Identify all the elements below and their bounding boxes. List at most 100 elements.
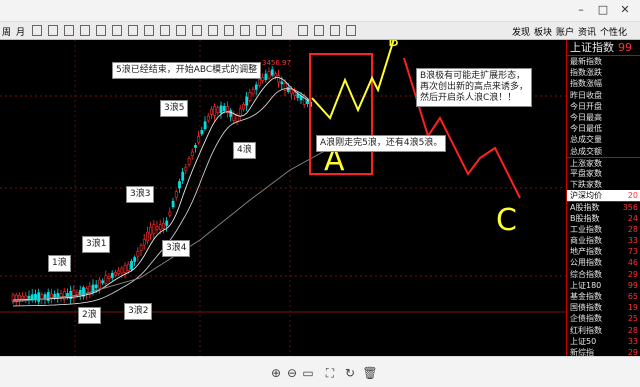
toolbar-tool-icon-10[interactable] (176, 25, 186, 36)
toolbar-tool-icon-8[interactable] (144, 25, 154, 36)
kline-chart[interactable]: 3456.97 A B C 5浪已经结束，开始ABC模式的调整 1浪 2浪 3浪1 3… (0, 40, 566, 356)
candle-body (46, 292, 50, 301)
panel-row-value: 65 (627, 291, 638, 301)
toolbar-tool-icon-1[interactable] (32, 25, 42, 36)
toolbar-tool-icon-14[interactable] (240, 25, 250, 36)
panel-row-value: 29 (627, 347, 638, 356)
panel-row[interactable]: 平盘家数 (567, 168, 640, 179)
toolbar-week[interactable]: 周 (2, 25, 11, 38)
panel-row[interactable]: 上证50 33 (567, 336, 640, 347)
panel-row[interactable]: 商业指数 33 (567, 235, 640, 246)
candle-body (165, 220, 169, 226)
candle-body (213, 106, 217, 116)
fit-window-icon[interactable]: ⛶ (322, 365, 338, 381)
viewer-titlebar: – □ ✕ (0, 0, 640, 22)
panel-row[interactable]: 新综指 29 (567, 347, 640, 356)
delete-icon[interactable]: 🗑 (362, 365, 378, 381)
nav-sectors[interactable]: 板块 (534, 25, 552, 38)
panel-title-label: 上证指数 (570, 41, 614, 54)
candle-body (258, 78, 261, 86)
candle-body (101, 280, 105, 284)
toolbar-tool-icon-6[interactable] (112, 25, 122, 36)
panel-row[interactable]: A股指数 356 (567, 201, 640, 212)
nav-account[interactable]: 账户 (556, 25, 574, 38)
toolbar-tool-icon-9[interactable] (160, 25, 170, 36)
toolbar-tool-icon-19[interactable] (330, 25, 340, 36)
candle-body (242, 104, 245, 110)
panel-row-value: 99 (627, 280, 638, 290)
actual-size-icon[interactable]: ▭ (300, 365, 316, 381)
note-b-wave: B浪极有可能走扩展形态， 再次创出新的高点来诱多， 然后开启杀人浪C浪！！ (416, 68, 533, 107)
index-info-panel: 上证指数 99 最新指数 指数涨跌 指数涨幅 昨日收盘 今日开盘 今日最高 今日最低 总成交量总… (566, 40, 640, 356)
candle-body (142, 239, 146, 246)
toolbar-tool-icon-2[interactable] (48, 25, 58, 36)
candle-body (277, 75, 281, 83)
panel-row[interactable]: 最新指数 (567, 56, 640, 67)
panel-row[interactable]: B股指数 24 (567, 213, 640, 224)
toolbar-tool-icon-4[interactable] (80, 25, 90, 36)
panel-row[interactable]: 今日最高 (567, 112, 640, 123)
candle-body (171, 200, 175, 208)
panel-row[interactable]: 基金指数 65 (567, 291, 640, 302)
panel-row[interactable]: 综合指数 29 (567, 269, 640, 280)
candle-body (274, 73, 277, 77)
panel-row[interactable]: 工业指数 28 (567, 224, 640, 235)
panel-row-value: 28 (627, 224, 638, 234)
toolbar-tool-icon-12[interactable] (208, 25, 218, 36)
toolbar-tool-icon-15[interactable] (256, 25, 266, 36)
panel-row[interactable]: 企债指数 25 (567, 313, 640, 324)
candle-body (123, 265, 127, 273)
toolbar-month[interactable]: 月 (16, 25, 25, 38)
candle-body (24, 295, 28, 300)
panel-row-value: 24 (627, 213, 638, 223)
panel-row[interactable]: 沪深均价 20 (567, 190, 640, 202)
panel-row[interactable]: 指数涨跌 (567, 67, 640, 78)
nav-news[interactable]: 资讯 (578, 25, 596, 38)
candle-body (184, 166, 188, 171)
panel-row[interactable]: 红利指数 28 (567, 325, 640, 336)
panel-row[interactable]: 昨日收盘 (567, 90, 640, 101)
panel-row[interactable]: 上涨家数 (567, 156, 640, 168)
panel-row[interactable]: 总成交额 (567, 146, 640, 157)
candle-body (197, 136, 201, 143)
toolbar-tool-icon-16[interactable] (272, 25, 282, 36)
maximize-icon[interactable]: □ (594, 2, 612, 18)
candle-body (194, 145, 197, 148)
toolbar-tool-icon-7[interactable] (128, 25, 138, 36)
panel-row[interactable]: 今日开盘 (567, 101, 640, 112)
panel-row[interactable]: 今日最低 (567, 123, 640, 134)
candle-body (98, 279, 101, 289)
panel-row[interactable]: 总成交量 (567, 134, 640, 145)
viewer-bottom-toolbar: ⊕ ⊖ ▭ ⛶ ↻ 🗑 (0, 356, 640, 387)
panel-row[interactable]: 国债指数 19 (567, 302, 640, 313)
panel-row[interactable]: 下跌家数 (567, 179, 640, 190)
toolbar-tool-icon-5[interactable] (96, 25, 106, 36)
toolbar-tool-icon-3[interactable] (64, 25, 74, 36)
toolbar-tool-icon-20[interactable] (346, 25, 356, 36)
zoom-out-icon[interactable]: ⊖ (284, 365, 300, 381)
panel-row[interactable]: 上证180 99 (567, 280, 640, 291)
toolbar-tool-icon-13[interactable] (224, 25, 234, 36)
panel-row-label: A股指数 (570, 203, 600, 213)
toolbar-tool-icon-11[interactable] (192, 25, 202, 36)
panel-row-label: 上证180 (570, 280, 602, 290)
nav-personalize[interactable]: 个性化 (600, 25, 627, 38)
nav-discover[interactable]: 发现 (512, 25, 530, 38)
candle-body (75, 292, 79, 295)
note-wave2: 2浪 (78, 307, 101, 324)
candle-body (206, 115, 210, 121)
panel-row[interactable]: 公用指数 46 (567, 257, 640, 268)
toolbar-tool-icon-17[interactable] (298, 25, 308, 36)
close-icon[interactable]: ✕ (616, 2, 634, 18)
panel-row-label: 工业指数 (570, 224, 602, 234)
panel-row[interactable]: 指数涨幅 (567, 78, 640, 89)
panel-row[interactable]: 地产指数 73 (567, 246, 640, 257)
zoom-in-icon[interactable]: ⊕ (268, 365, 284, 381)
panel-row-value: 33 (627, 336, 638, 346)
toolbar-tool-icon-18[interactable] (314, 25, 324, 36)
panel-row-value: 29 (627, 269, 638, 279)
candle-body (222, 105, 226, 112)
minimize-icon[interactable]: – (572, 2, 590, 18)
rotate-icon[interactable]: ↻ (342, 365, 358, 381)
note-wave3-2: 3浪2 (124, 303, 153, 320)
